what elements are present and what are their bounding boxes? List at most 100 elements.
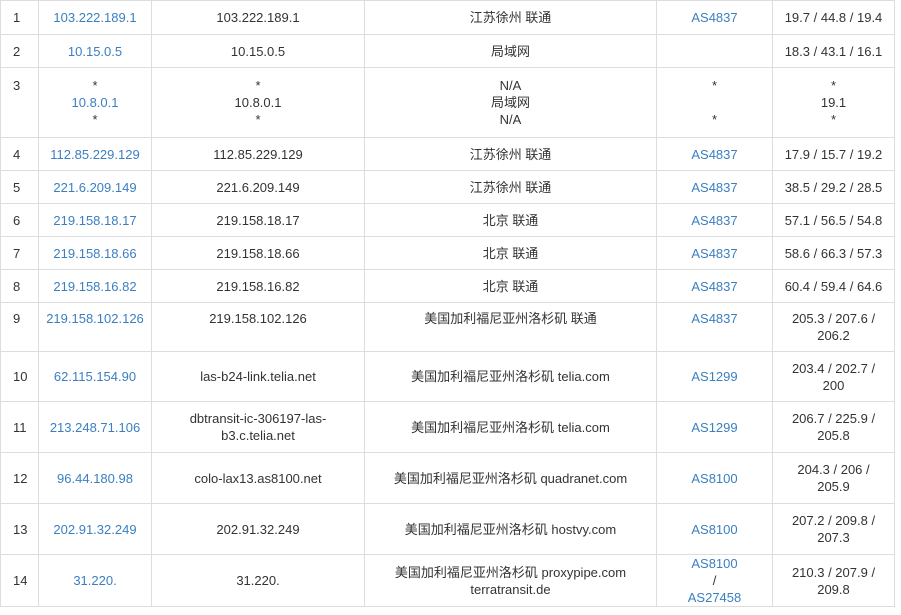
table-row: 9 219.158.102.126 219.158.102.126 美国加利福尼…: [0, 302, 895, 352]
location-line: N/A: [499, 78, 522, 93]
latency: 58.6 / 66.3 / 57.3: [772, 236, 895, 270]
hostname: 219.158.18.66: [151, 236, 365, 270]
asn-link[interactable]: AS8100: [656, 452, 773, 504]
hop-number: 7: [0, 236, 39, 270]
location: 美国加利福尼亚州洛杉矶 telia.com: [364, 401, 657, 453]
latency-line: *: [830, 112, 837, 127]
location: 美国加利福尼亚州洛杉矶 proxypipe.com terratransit.d…: [364, 554, 657, 607]
hostname: 202.91.32.249: [151, 503, 365, 555]
latency-line: 205.3 / 207.6 /: [791, 311, 876, 326]
ip-link[interactable]: 62.115.154.90: [38, 351, 152, 402]
latency-line: 209.8: [817, 581, 850, 597]
ip-link[interactable]: 219.158.16.82: [38, 269, 152, 303]
hop-number: 8: [0, 269, 39, 303]
hostname-line: *: [255, 78, 261, 93]
location: 江苏徐州 联通: [364, 137, 657, 171]
table-row: 10 62.115.154.90 las-b24-link.telia.net …: [0, 351, 895, 402]
ip-link[interactable]: 202.91.32.249: [38, 503, 152, 555]
location: 江苏徐州 联通: [364, 0, 657, 35]
latency: 18.3 / 43.1 / 16.1: [772, 34, 895, 68]
table-row: 8 219.158.16.82 219.158.16.82 北京 联通 AS48…: [0, 269, 895, 303]
latency: 38.5 / 29.2 / 28.5: [772, 170, 895, 204]
location: 美国加利福尼亚州洛杉矶 hostvy.com: [364, 503, 657, 555]
hostname: 219.158.102.126: [151, 302, 365, 352]
hostname: dbtransit-ic-306197-las- b3.c.telia.net: [151, 401, 365, 453]
hostname-line: b3.c.telia.net: [221, 428, 295, 443]
location: 北京 联通: [364, 269, 657, 303]
asn-link[interactable]: AS4837: [656, 0, 773, 35]
location-line: N/A: [499, 112, 522, 127]
asn-line: *: [711, 112, 718, 127]
asn-link[interactable]: AS8100: [656, 503, 773, 555]
ip-link[interactable]: 219.158.102.126: [38, 302, 152, 352]
latency-line: 206.2: [817, 328, 850, 343]
location: 美国加利福尼亚州洛杉矶 quadranet.com: [364, 452, 657, 504]
table-row: 14 31.220. 31.220. 美国加利福尼亚州洛杉矶 proxypipe…: [0, 554, 895, 607]
hostname: * 10.8.0.1 *: [151, 67, 365, 138]
latency: 205.3 / 207.6 / 206.2: [772, 302, 895, 352]
hostname: colo-lax13.as8100.net: [151, 452, 365, 504]
asn-link[interactable]: AS4837: [656, 137, 773, 171]
latency: 203.4 / 202.7 / 200: [772, 351, 895, 402]
hop-number: 6: [0, 203, 39, 237]
location-line: 美国加利福尼亚州洛杉矶 proxypipe.com: [394, 564, 627, 580]
hostname: 219.158.16.82: [151, 269, 365, 303]
asn-link[interactable]: AS1299: [656, 351, 773, 402]
hostname: 103.222.189.1: [151, 0, 365, 35]
location: N/A 局域网 N/A: [364, 67, 657, 138]
asn-cell: * *: [656, 67, 773, 138]
asn-link[interactable]: AS4837: [656, 236, 773, 270]
asn-separator: /: [712, 573, 717, 588]
asn-link[interactable]: AS4837: [656, 203, 773, 237]
ip-link[interactable]: 221.6.209.149: [38, 170, 152, 204]
latency: 19.7 / 44.8 / 19.4: [772, 0, 895, 35]
latency-line: 204.3 / 206 /: [797, 462, 870, 477]
ip-link[interactable]: 96.44.180.98: [38, 452, 152, 504]
ip-link[interactable]: 112.85.229.129: [38, 137, 152, 171]
table-row: 5 221.6.209.149 221.6.209.149 江苏徐州 联通 AS…: [0, 170, 895, 204]
hostname: 112.85.229.129: [151, 137, 365, 171]
latency: 210.3 / 207.9 / 209.8: [772, 554, 895, 607]
asn-link[interactable]: AS4837: [656, 269, 773, 303]
hostname-line: *: [255, 112, 261, 127]
hostname: 10.15.0.5: [151, 34, 365, 68]
latency: 17.9 / 15.7 / 19.2: [772, 137, 895, 171]
hostname: las-b24-link.telia.net: [151, 351, 365, 402]
ip-timeout: *: [92, 112, 98, 127]
hop-number: 13: [0, 503, 39, 555]
ip-link[interactable]: 10.8.0.1: [43, 94, 147, 111]
asn-cell: [656, 34, 773, 68]
ip-link[interactable]: 103.222.189.1: [38, 0, 152, 35]
latency: 206.7 / 225.9 / 205.8: [772, 401, 895, 453]
hostname-line: dbtransit-ic-306197-las-: [189, 411, 327, 426]
ip-timeout: *: [92, 78, 98, 93]
asn-line: [661, 94, 768, 111]
table-row: 4 112.85.229.129 112.85.229.129 江苏徐州 联通 …: [0, 137, 895, 171]
asn-link[interactable]: AS27458: [661, 589, 768, 606]
asn-link[interactable]: AS1299: [656, 401, 773, 453]
ip-link[interactable]: 219.158.18.66: [38, 236, 152, 270]
table-row: 13 202.91.32.249 202.91.32.249 美国加利福尼亚州洛…: [0, 503, 895, 555]
hop-number: 9: [0, 302, 39, 352]
latency: 60.4 / 59.4 / 64.6: [772, 269, 895, 303]
hostname-line: 10.8.0.1: [234, 95, 282, 110]
hop-number: 5: [0, 170, 39, 204]
hop-number: 4: [0, 137, 39, 171]
latency: 57.1 / 56.5 / 54.8: [772, 203, 895, 237]
hop-number: 3: [0, 67, 39, 138]
location: 局域网: [364, 34, 657, 68]
hop-number: 2: [0, 34, 39, 68]
hop-number: 14: [0, 554, 39, 607]
asn-link[interactable]: AS8100: [661, 556, 768, 573]
ip-cell: * 10.8.0.1 *: [38, 67, 152, 138]
ip-link[interactable]: 10.15.0.5: [38, 34, 152, 68]
ip-link[interactable]: 213.248.71.106: [38, 401, 152, 453]
location-line: terratransit.de: [470, 581, 551, 597]
ip-link[interactable]: 219.158.18.17: [38, 203, 152, 237]
asn-link[interactable]: AS4837: [656, 302, 773, 352]
asn-link[interactable]: AS4837: [656, 170, 773, 204]
latency-line: 200: [822, 377, 845, 393]
ip-link[interactable]: 31.220.: [38, 554, 152, 607]
traceroute-table: 1 103.222.189.1 103.222.189.1 江苏徐州 联通 AS…: [0, 0, 895, 607]
hop-number: 10: [0, 351, 39, 402]
